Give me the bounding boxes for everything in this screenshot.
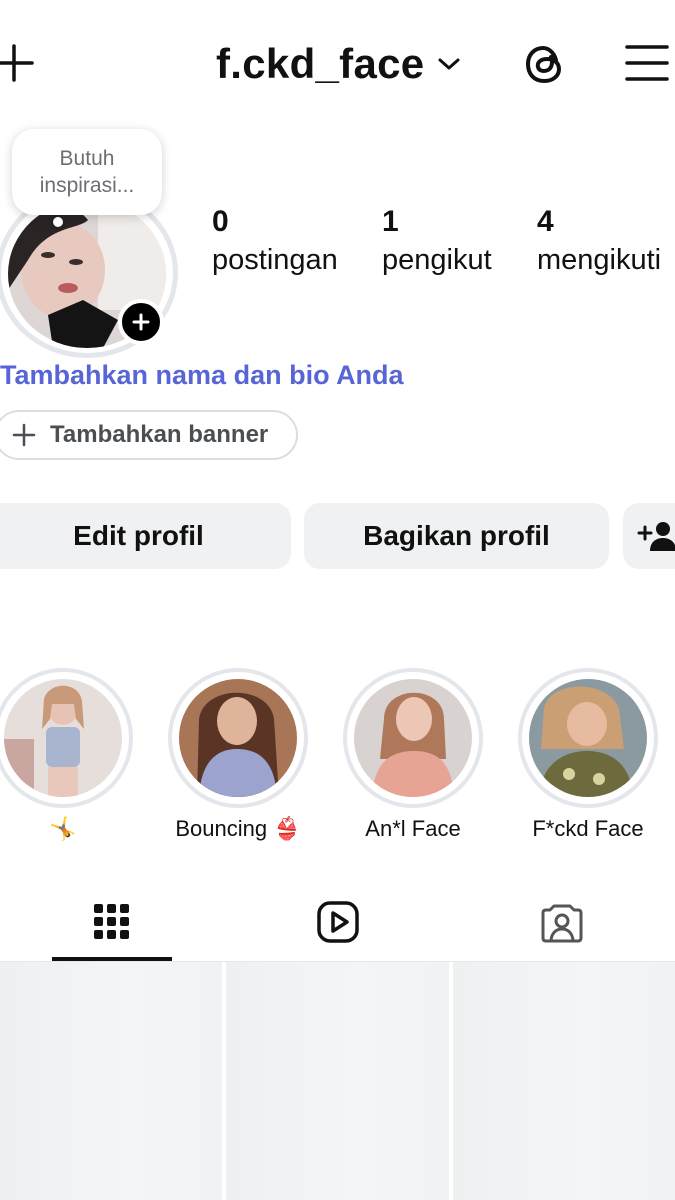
highlight-ring <box>168 668 308 808</box>
tab-reels[interactable] <box>308 892 368 952</box>
stat-label: postingan <box>212 244 338 276</box>
grid-placeholder <box>452 962 675 1200</box>
stat-label: mengikuti <box>537 244 662 276</box>
username: f.ckd_face <box>216 40 425 87</box>
grid-placeholder <box>0 962 223 1200</box>
grid-placeholder <box>226 962 449 1200</box>
post-grid <box>0 962 675 1200</box>
highlight-item[interactable]: An*l Face <box>343 668 483 842</box>
hamburger-menu-icon[interactable] <box>624 42 670 84</box>
highlight-ring <box>0 668 133 808</box>
highlight-label: An*l Face <box>365 816 461 841</box>
tagged-icon <box>541 904 583 943</box>
highlight-label: F*ckd Face <box>532 816 644 841</box>
highlight-label: 🤸 <box>49 816 77 841</box>
stat-value: 4 <box>537 205 554 238</box>
active-tab-indicator <box>52 957 172 961</box>
discover-people-button[interactable] <box>623 503 675 569</box>
profile-stats: 0 postingan 1 pengikut 4 mengikuti <box>212 202 675 292</box>
plus-icon <box>12 423 36 447</box>
stat-followers[interactable]: 1 pengikut <box>382 202 492 278</box>
edit-profile-button[interactable]: Edit profil <box>0 503 291 569</box>
threads-icon[interactable] <box>522 40 570 88</box>
share-profile-label: Bagikan profil <box>363 520 550 551</box>
stat-label: pengikut <box>382 244 492 276</box>
chevron-down-icon <box>438 58 460 70</box>
add-story-button[interactable] <box>118 299 164 345</box>
reels-icon <box>317 901 359 943</box>
add-banner-label: Tambahkan banner <box>50 421 269 448</box>
stat-following[interactable]: 4 mengikuti <box>537 202 661 278</box>
highlight-cover <box>179 679 297 797</box>
note-prompt: Butuh inspirasi... <box>39 147 135 197</box>
top-bar: f.ckd_face <box>0 0 675 125</box>
highlight-cover <box>354 679 472 797</box>
share-profile-button[interactable]: Bagikan profil <box>304 503 609 569</box>
stat-posts[interactable]: 0 postingan <box>212 202 338 278</box>
add-bio-link[interactable]: Tambahkan nama dan bio Anda <box>0 360 404 391</box>
highlight-label: Bouncing 👙 <box>175 816 301 841</box>
plus-icon <box>132 313 150 331</box>
edit-profile-label: Edit profil <box>73 520 204 551</box>
note-bubble[interactable]: Butuh inspirasi... <box>12 129 162 215</box>
profile-tabs <box>0 880 675 962</box>
highlight-item[interactable]: 🤸 <box>0 668 133 842</box>
add-person-icon <box>637 522 675 551</box>
tab-posts[interactable] <box>82 892 142 952</box>
plus-icon[interactable] <box>0 40 36 86</box>
note-bubble-tail <box>53 217 63 227</box>
stat-value: 0 <box>212 205 229 238</box>
stat-value: 1 <box>382 205 399 238</box>
add-banner-button[interactable]: Tambahkan banner <box>0 410 298 460</box>
highlight-ring <box>518 668 658 808</box>
highlight-cover <box>4 679 122 797</box>
highlight-cover <box>529 679 647 797</box>
highlight-item[interactable]: Bouncing 👙 <box>168 668 308 842</box>
grid-icon <box>94 904 129 939</box>
tab-tagged[interactable] <box>532 892 592 952</box>
account-switcher[interactable]: f.ckd_face <box>216 38 460 90</box>
highlight-item[interactable]: F*ckd Face <box>518 668 658 842</box>
highlight-ring <box>343 668 483 808</box>
